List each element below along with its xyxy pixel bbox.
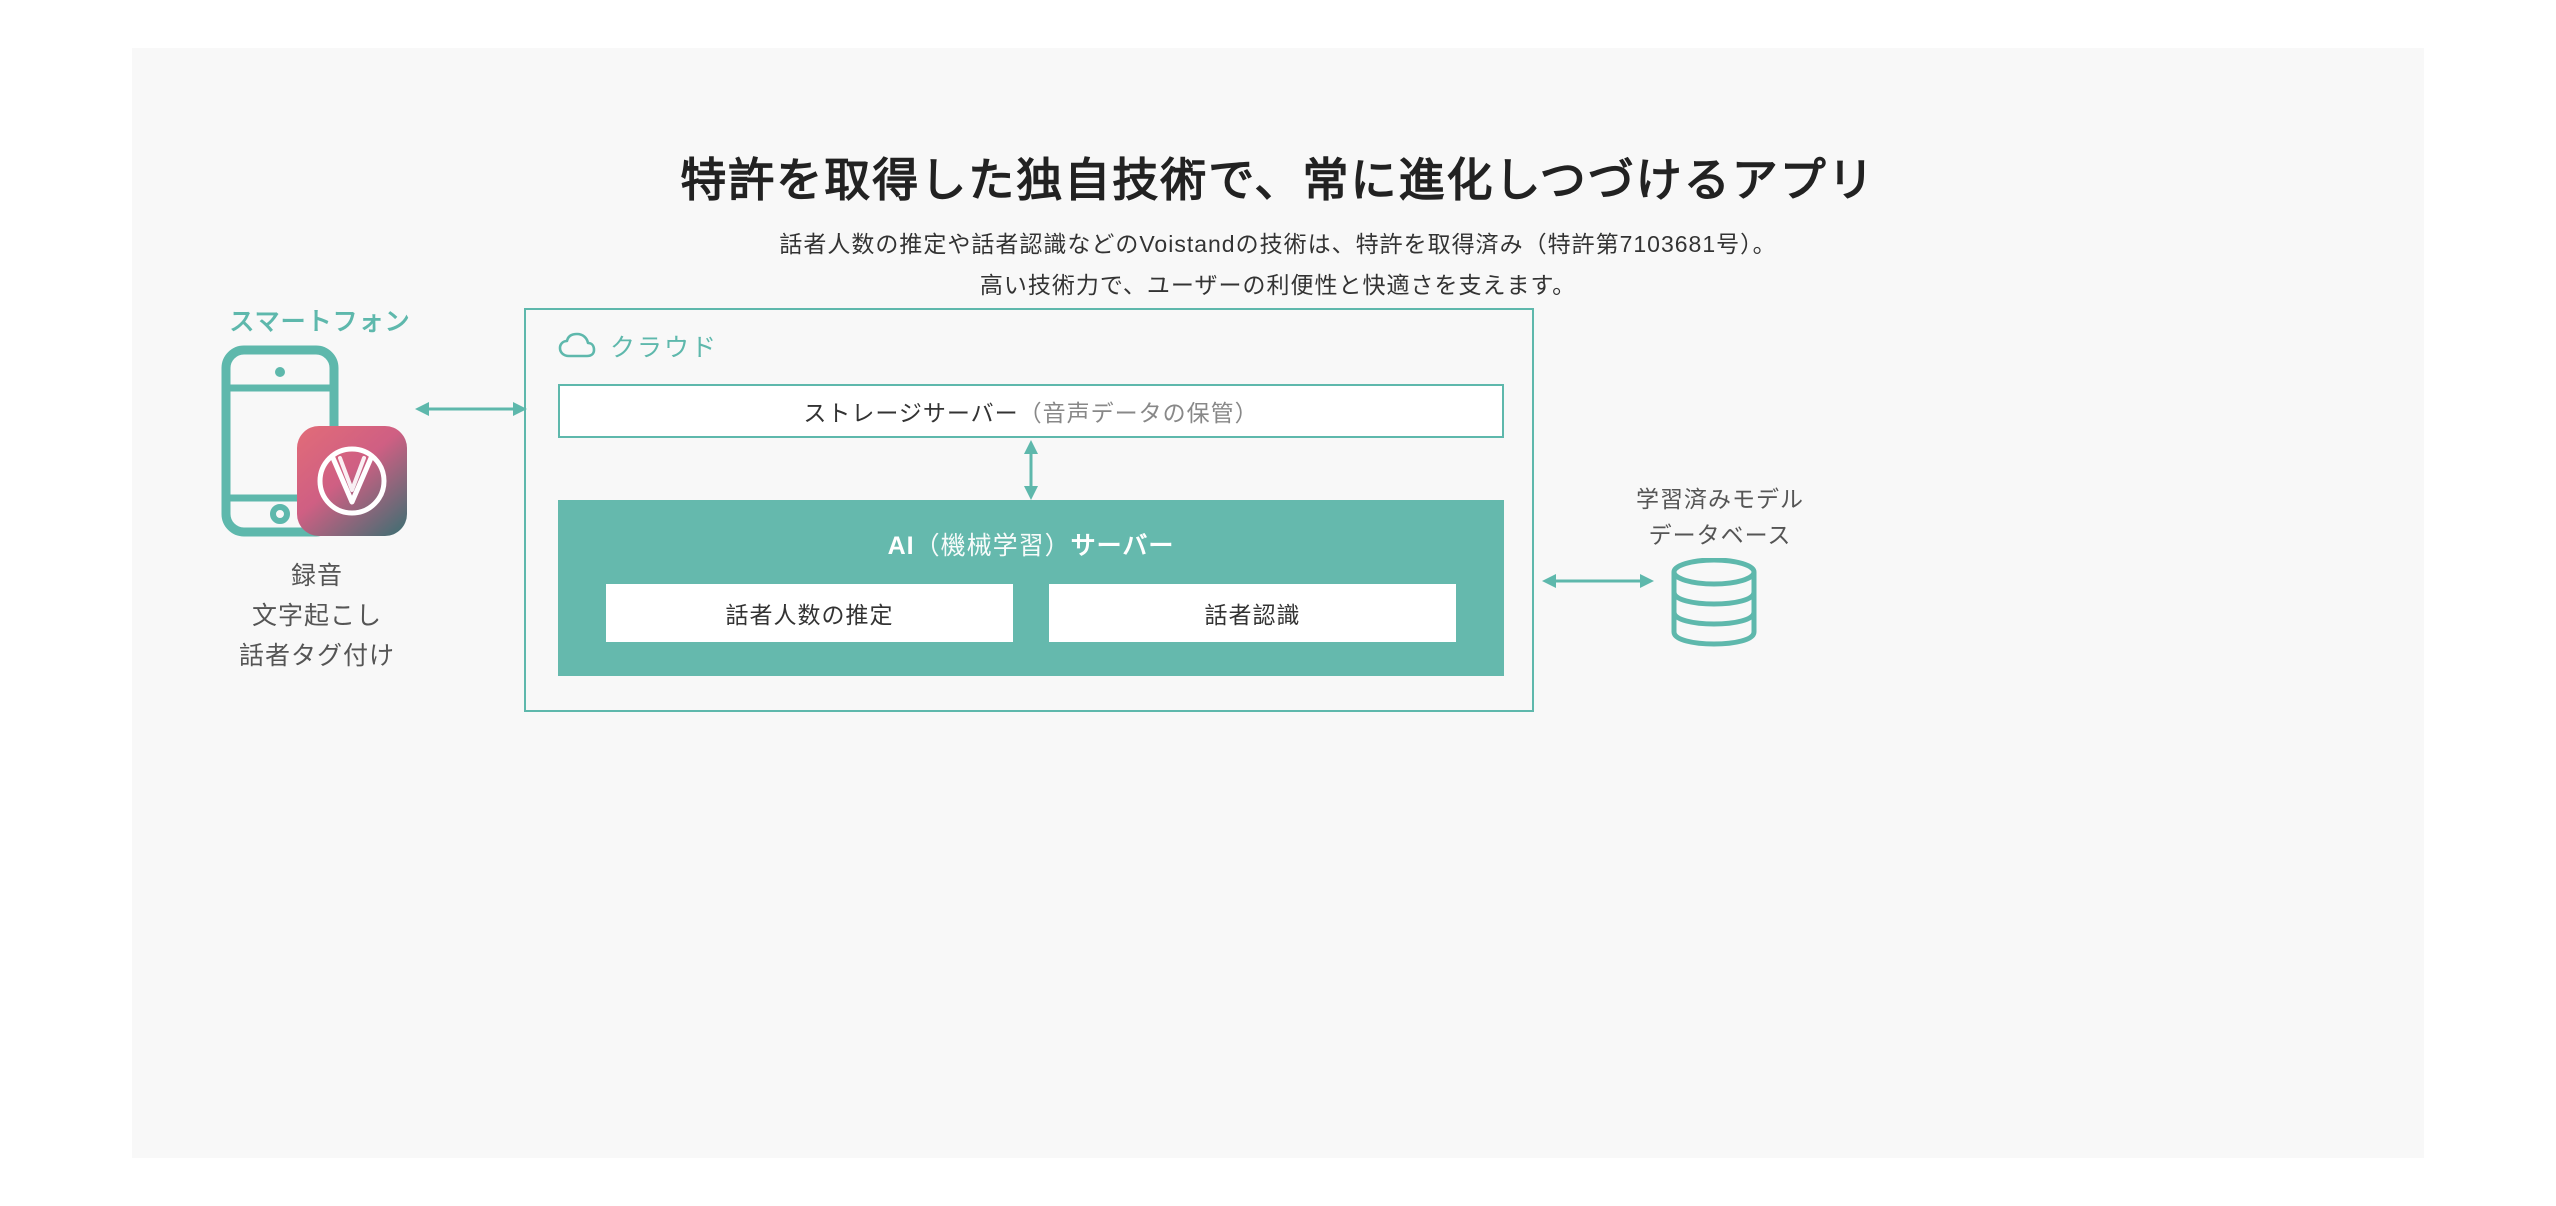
smartphone-caption-2: 文字起こし: [187, 596, 447, 636]
ai-subbox-speaker-count: 話者人数の推定: [606, 584, 1013, 642]
double-arrow-storage-ai-icon: [1022, 440, 1040, 500]
storage-title: ストレージサーバー: [803, 394, 1018, 428]
cloud-label: クラウド: [610, 328, 718, 364]
database-caption: 学習済みモデル データベース: [1600, 482, 1840, 553]
database-caption-line-1: 学習済みモデル: [1600, 482, 1840, 518]
database-caption-line-2: データベース: [1600, 518, 1840, 554]
cloud-icon: [558, 332, 596, 360]
double-arrow-phone-cloud-icon: [415, 400, 527, 418]
content-panel: 特許を取得した独自技術で、常に進化しつづけるアプリ 話者人数の推定や話者認識など…: [132, 48, 2424, 1158]
database-icon: [1667, 558, 1761, 648]
smartphone-captions: 録音 文字起こし 話者タグ付け: [187, 556, 447, 676]
smartphone-caption-1: 録音: [187, 556, 447, 596]
double-arrow-ai-db-icon: [1542, 572, 1654, 590]
smartphone-caption-3: 話者タグ付け: [187, 636, 447, 676]
page-title: 特許を取得した独自技術で、常に進化しつづけるアプリ: [132, 144, 2424, 210]
ai-subbox-speaker-recognition: 話者認識: [1049, 584, 1456, 642]
smartphone-label: スマートフォン: [200, 302, 440, 338]
description-line-1: 話者人数の推定や話者認識などのVoistandの技術は、特許を取得済み（特許第7…: [132, 224, 2424, 265]
ai-subboxes: 話者人数の推定 話者認識: [558, 562, 1504, 642]
ai-server-title: AI（機械学習）サーバー: [558, 500, 1504, 562]
page-description: 話者人数の推定や話者認識などのVoistandの技術は、特許を取得済み（特許第7…: [132, 224, 2424, 307]
storage-subtitle: （音声データの保管）: [1019, 394, 1259, 428]
ai-server-box: AI（機械学習）サーバー 話者人数の推定 話者認識: [558, 500, 1504, 676]
app-icon: [297, 426, 407, 536]
cloud-header: クラウド: [558, 328, 718, 364]
ai-title-suffix: サーバー: [1071, 532, 1175, 560]
storage-server-box: ストレージサーバー （音声データの保管）: [558, 384, 1504, 438]
description-line-2: 高い技術力で、ユーザーの利便性と快適さを支えます。: [132, 265, 2424, 306]
ai-title-sub: （機械学習）: [915, 532, 1071, 560]
ai-title-prefix: AI: [888, 532, 915, 560]
cloud-frame: クラウド ストレージサーバー （音声データの保管） AI（機械学習）サーバー 話…: [524, 308, 1534, 712]
